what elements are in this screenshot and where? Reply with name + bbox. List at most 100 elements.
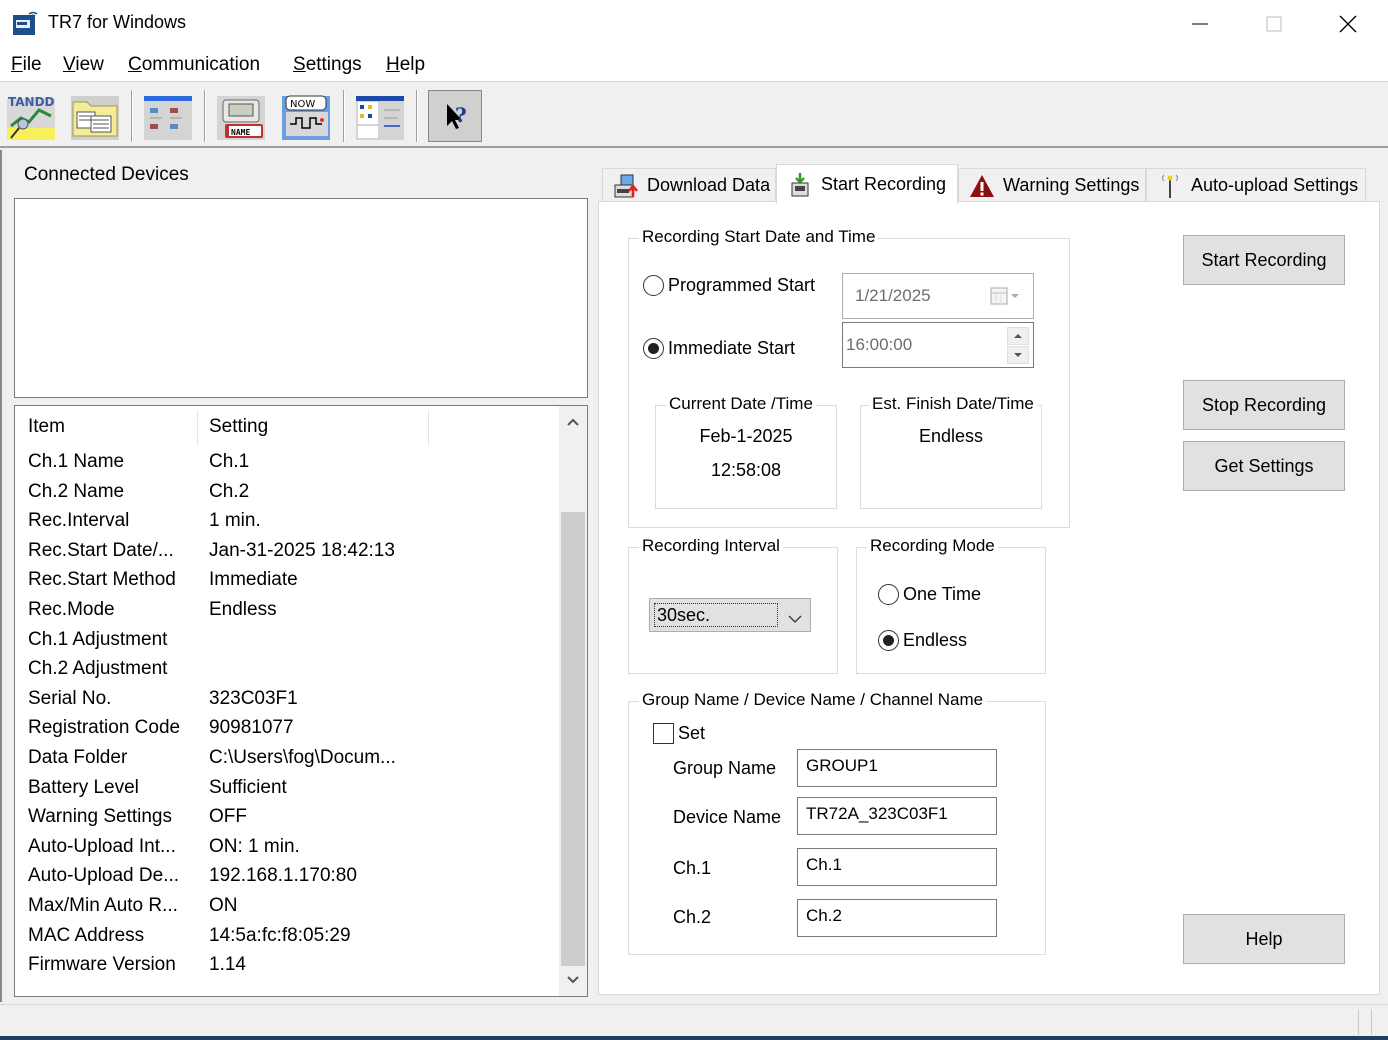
column-divider[interactable] <box>197 410 198 446</box>
table-row[interactable]: Firmware Version 1.14 <box>15 952 559 982</box>
close-button[interactable] <box>1311 0 1385 48</box>
table-row[interactable]: Rec.Mode Endless <box>15 597 559 627</box>
radio-circle <box>643 338 664 359</box>
spin-down-button[interactable] <box>1007 346 1029 364</box>
row-item: Ch.1 Name <box>28 451 125 472</box>
toolbar: TANDD NAME NOW ? <box>0 84 1388 148</box>
device-settings-list[interactable]: Item Setting Ch.1 Name Ch.1 Ch.2 Name Ch.2 R… <box>14 405 588 997</box>
stop-recording-button[interactable]: Stop Recording <box>1183 380 1345 430</box>
tandd-graph-button[interactable]: TANDD <box>4 90 58 142</box>
table-row[interactable]: Battery Level Sufficient <box>15 775 559 805</box>
table-row[interactable]: Max/Min Auto R... ON <box>15 893 559 923</box>
one-time-radio[interactable]: One Time <box>878 584 981 605</box>
table-row[interactable]: Ch.2 Adjustment <box>15 656 559 686</box>
chevron-down-icon <box>788 609 802 629</box>
maximize-button[interactable] <box>1237 0 1311 48</box>
menu-settings[interactable]: Settings <box>293 54 362 76</box>
current-readings-button[interactable]: NOW <box>279 90 333 142</box>
row-setting: 192.168.1.170:80 <box>209 865 357 887</box>
tab-auto-upload-settings[interactable]: Auto-upload Settings <box>1146 168 1366 202</box>
window-layout-icon <box>144 96 192 140</box>
table-row[interactable]: Warning Settings OFF <box>15 804 559 834</box>
est-finish-legend: Est. Finish Date/Time <box>869 394 1037 414</box>
start-recording-button[interactable]: Start Recording <box>1183 235 1345 285</box>
menu-help[interactable]: Help <box>386 54 425 76</box>
recording-interval-select[interactable]: 30sec. <box>649 598 811 632</box>
tab-download-data[interactable]: Download Data <box>602 168 776 202</box>
app-icon <box>12 10 38 36</box>
row-item: Rec.Start Date/... <box>28 539 174 561</box>
row-item: Ch.2 Name <box>28 480 125 502</box>
context-help-button[interactable]: ? <box>428 90 482 142</box>
scroll-up-button[interactable] <box>559 408 587 436</box>
minimize-button[interactable] <box>1163 0 1237 48</box>
programmed-start-radio[interactable]: Programmed Start <box>643 275 815 296</box>
group-name-input[interactable]: GROUP1 <box>797 749 997 787</box>
device-name-input[interactable]: TR72A_323C03F1 <box>797 797 997 835</box>
radio-circle <box>878 584 899 605</box>
settings-window-icon <box>356 96 404 140</box>
table-row[interactable]: Serial No. 323C03F1 <box>15 686 559 716</box>
column-header-setting[interactable]: Setting <box>209 416 268 438</box>
get-settings-button[interactable]: Get Settings <box>1183 441 1345 491</box>
context-help-icon: ? <box>447 103 467 129</box>
data-folder-button[interactable] <box>68 90 122 142</box>
row-item: Auto-Upload Int... <box>28 835 176 857</box>
table-row[interactable]: MAC Address 14:5a:fc:f8:05:29 <box>15 923 559 953</box>
menu-communication[interactable]: Communication <box>128 54 260 76</box>
svg-text:?: ? <box>455 103 467 127</box>
scrollbar-thumb[interactable] <box>561 512 585 966</box>
column-divider[interactable] <box>428 410 429 446</box>
help-button[interactable]: Help <box>1183 914 1345 964</box>
scroll-down-button[interactable] <box>559 966 587 994</box>
table-row[interactable]: Rec.Start Date/... Jan-31-2025 18:42:13 <box>15 538 559 568</box>
set-names-checkbox[interactable]: Set <box>653 723 705 744</box>
names-group-legend: Group Name / Device Name / Channel Name <box>639 690 987 710</box>
table-row[interactable]: Auto-Upload Int... ON: 1 min. <box>15 834 559 864</box>
tab-start-recording[interactable]: Start Recording <box>776 164 958 204</box>
start-date-picker[interactable]: 1/21/2025 <box>842 273 1034 319</box>
recording-start-legend: Recording Start Date and Time <box>639 227 879 247</box>
device-name-tag-button[interactable]: NAME <box>214 90 268 142</box>
ch2-name-input[interactable]: Ch.2 <box>797 899 997 937</box>
table-row[interactable]: Ch.1 Name Ch.1 <box>15 449 559 479</box>
row-item: Rec.Mode <box>28 599 115 620</box>
calendar-dropdown-icon[interactable] <box>989 286 1023 311</box>
table-row[interactable]: Auto-Upload De... 192.168.1.170:80 <box>15 863 559 893</box>
connected-devices-list[interactable] <box>14 198 588 398</box>
settings-window-button[interactable] <box>353 90 407 142</box>
table-row[interactable]: Data Folder C:\Users\fog\Docum... <box>15 745 559 775</box>
row-setting: Immediate <box>209 569 298 591</box>
spin-up-button[interactable] <box>1007 327 1029 345</box>
ch1-name-input[interactable]: Ch.1 <box>797 848 997 886</box>
start-time-spinner[interactable]: 16:00:00 <box>842 322 1034 368</box>
taskbar-edge <box>0 1036 1388 1040</box>
table-row[interactable]: Ch.2 Name Ch.2 <box>15 479 559 509</box>
row-setting: Sufficient <box>209 776 287 798</box>
table-row[interactable]: Ch.1 Adjustment <box>15 627 559 657</box>
recording-interval-group: Recording Interval 30sec. <box>628 536 838 674</box>
tab-strip: Download Data Start Recording Warning Se… <box>600 164 1380 204</box>
current-readings-icon: NOW <box>282 95 330 140</box>
tab-warning-settings[interactable]: Warning Settings <box>958 168 1146 202</box>
row-item: Rec.Interval <box>28 510 130 532</box>
recording-start-group: Recording Start Date and Time Programmed… <box>628 227 1070 528</box>
endless-radio[interactable]: Endless <box>878 630 967 651</box>
row-setting: Jan-31-2025 18:42:13 <box>209 539 395 561</box>
window-layout-button[interactable] <box>141 90 195 142</box>
row-item: Serial No. <box>28 687 112 709</box>
table-row[interactable]: Rec.Interval 1 min. <box>15 508 559 538</box>
vertical-scrollbar[interactable] <box>559 406 587 996</box>
column-header-item[interactable]: Item <box>28 416 65 438</box>
menu-file[interactable]: File <box>11 54 42 76</box>
svg-text:TANDD: TANDD <box>8 95 55 109</box>
row-setting: Ch.2 <box>209 480 250 502</box>
start-recording-panel: Recording Start Date and Time Programmed… <box>598 201 1380 995</box>
row-setting: OFF <box>209 806 247 828</box>
immediate-start-radio[interactable]: Immediate Start <box>643 338 795 359</box>
table-row[interactable]: Rec.Start Method Immediate <box>15 567 559 597</box>
table-row[interactable]: Registration Code 90981077 <box>15 715 559 745</box>
menu-view[interactable]: View <box>63 54 104 76</box>
warning-icon <box>969 173 995 199</box>
row-item: MAC Address <box>28 924 145 946</box>
